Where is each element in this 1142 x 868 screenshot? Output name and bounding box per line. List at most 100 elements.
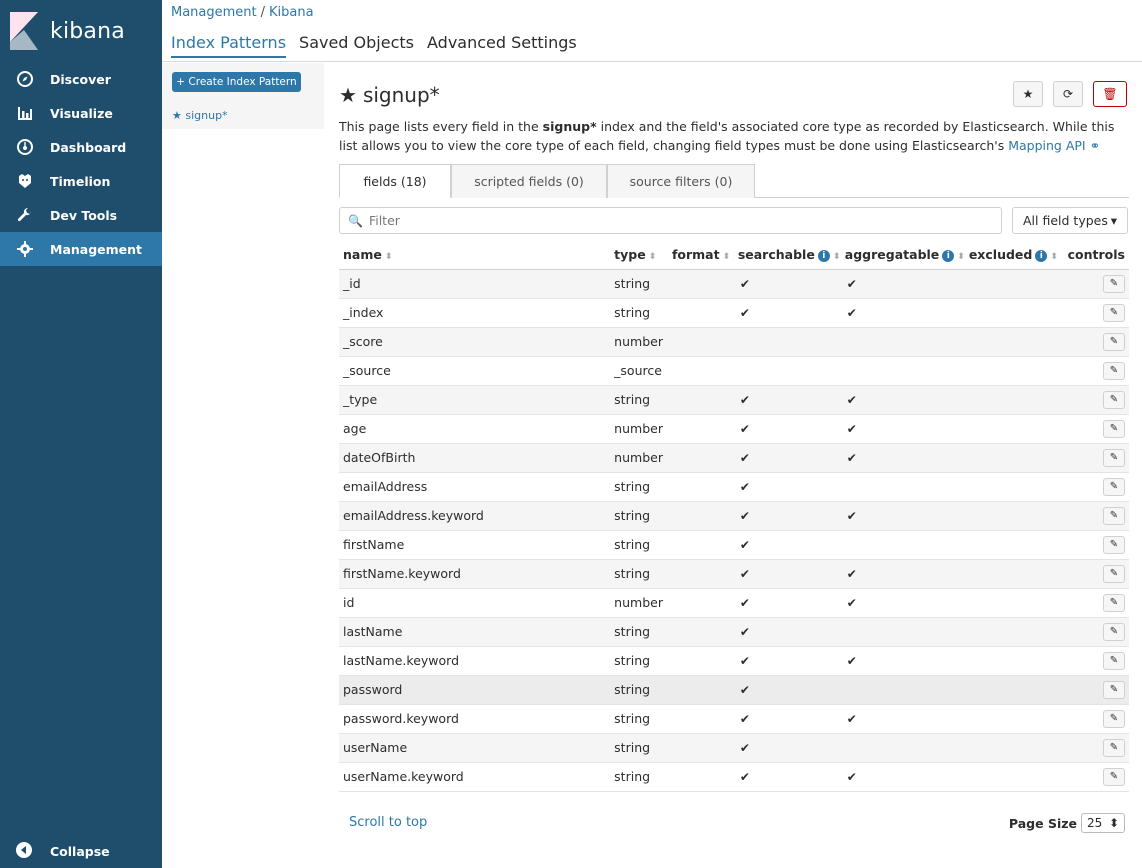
sidebar-item-label: Visualize	[50, 105, 113, 121]
sidebar-item-label: Dev Tools	[50, 207, 118, 223]
table-row: dateOfBirth number ✔ ✔ ✎	[339, 443, 1129, 473]
tab-index-patterns[interactable]: Index Patterns	[171, 33, 287, 58]
edit-field-button[interactable]: ✎	[1103, 652, 1125, 670]
sidebar-item-dev-tools[interactable]: Dev Tools	[0, 198, 162, 232]
page-title-text: signup*	[362, 83, 440, 107]
field-format	[667, 298, 734, 328]
edit-field-button[interactable]: ✎	[1103, 449, 1125, 467]
breadcrumb-management[interactable]: Management	[171, 5, 257, 20]
sidebar-item-timelion[interactable]: Timelion	[0, 164, 162, 198]
table-row: _type string ✔ ✔ ✎	[339, 385, 1129, 415]
col-searchable[interactable]: searchable i ⬍	[733, 241, 841, 270]
edit-field-button[interactable]: ✎	[1103, 275, 1125, 293]
index-pattern-link[interactable]: ★ signup*	[172, 109, 228, 122]
row-controls: ✎	[1063, 617, 1129, 647]
tab-saved-objects[interactable]: Saved Objects	[299, 33, 414, 58]
sidebar-item-management[interactable]: Management	[0, 232, 162, 266]
sidebar-item-dashboard[interactable]: Dashboard	[0, 130, 162, 164]
edit-field-button[interactable]: ✎	[1103, 681, 1125, 699]
searchable-check: ✔	[733, 501, 841, 531]
edit-field-button[interactable]: ✎	[1103, 710, 1125, 728]
edit-field-button[interactable]: ✎	[1103, 739, 1125, 757]
field-type: string	[610, 501, 668, 531]
field-name: firstName.keyword	[339, 559, 611, 589]
edit-field-button[interactable]: ✎	[1103, 478, 1125, 496]
sidebar-item-label: Timelion	[50, 173, 111, 189]
table-row: _id string ✔ ✔ ✎	[339, 269, 1129, 299]
edit-field-button[interactable]: ✎	[1103, 333, 1125, 351]
filter-input[interactable]: 🔍 Filter	[339, 207, 1002, 234]
aggregatable-check: ✔	[840, 443, 965, 473]
table-row: _source _source ✎	[339, 356, 1129, 386]
pencil-icon: ✎	[1109, 307, 1119, 318]
sidebar-item-visualize[interactable]: Visualize	[0, 96, 162, 130]
edit-field-button[interactable]: ✎	[1103, 362, 1125, 380]
col-format[interactable]: format ⬍	[667, 241, 734, 270]
col-type[interactable]: type ⬍	[610, 241, 668, 270]
field-format	[667, 327, 734, 357]
set-default-button[interactable]: ★	[1013, 81, 1043, 107]
edit-field-button[interactable]: ✎	[1103, 594, 1125, 612]
row-controls: ✎	[1063, 646, 1129, 676]
field-name: _source	[339, 356, 611, 386]
excluded-check	[964, 704, 1064, 734]
star-icon: ★	[1022, 87, 1034, 101]
edit-field-button[interactable]: ✎	[1103, 565, 1125, 583]
field-name: password.keyword	[339, 704, 611, 734]
edit-field-button[interactable]: ✎	[1103, 304, 1125, 322]
edit-field-button[interactable]: ✎	[1103, 768, 1125, 786]
brand[interactable]: kibana	[0, 0, 162, 62]
delete-index-pattern-button[interactable]: 🗑	[1093, 81, 1127, 107]
row-controls: ✎	[1063, 559, 1129, 589]
col-aggregatable[interactable]: aggregatable i ⬍	[840, 241, 965, 270]
searchable-check: ✔	[733, 472, 841, 502]
row-controls: ✎	[1063, 588, 1129, 618]
collapse-button[interactable]: Collapse	[0, 834, 162, 868]
edit-field-button[interactable]: ✎	[1103, 420, 1125, 438]
field-format	[667, 414, 734, 444]
kibana-logo-icon	[10, 12, 38, 50]
field-type: number	[610, 327, 668, 357]
col-controls: controls	[1063, 241, 1129, 270]
create-index-pattern-button[interactable]: + Create Index Pattern	[172, 72, 301, 92]
tab-scripted-fields[interactable]: scripted fields (0)	[451, 164, 607, 198]
field-name: age	[339, 414, 611, 444]
row-controls: ✎	[1063, 443, 1129, 473]
row-controls: ✎	[1063, 356, 1129, 386]
pencil-icon: ✎	[1109, 510, 1119, 521]
edit-field-button[interactable]: ✎	[1103, 536, 1125, 554]
field-format	[667, 501, 734, 531]
searchable-check: ✔	[733, 762, 841, 792]
sidebar-item-discover[interactable]: Discover	[0, 62, 162, 96]
fields-table: name ⬍ type ⬍ format ⬍ searchable i ⬍ aggrega…	[339, 241, 1129, 792]
edit-field-button[interactable]: ✎	[1103, 623, 1125, 641]
col-name[interactable]: name ⬍	[339, 241, 611, 270]
pencil-icon: ✎	[1109, 568, 1119, 579]
page-size-select[interactable]: 25 ⬍	[1081, 813, 1125, 833]
col-excluded[interactable]: excluded i ⬍	[964, 241, 1064, 270]
tab-source-filters[interactable]: source filters (0)	[607, 164, 755, 198]
field-name: id	[339, 588, 611, 618]
field-name: emailAddress	[339, 472, 611, 502]
row-controls: ✎	[1063, 704, 1129, 734]
field-format	[667, 530, 734, 560]
row-controls: ✎	[1063, 675, 1129, 705]
pencil-icon: ✎	[1109, 394, 1119, 405]
tab-advanced-settings[interactable]: Advanced Settings	[427, 33, 577, 58]
field-name: _id	[339, 269, 611, 299]
table-row: lastName.keyword string ✔ ✔ ✎	[339, 646, 1129, 676]
title-actions: ★ ⟳ 🗑	[1013, 81, 1127, 107]
scroll-to-top-link[interactable]: Scroll to top	[349, 815, 427, 830]
tab-fields[interactable]: fields (18)	[339, 164, 451, 198]
field-name: lastName	[339, 617, 611, 647]
pencil-icon: ✎	[1109, 597, 1119, 608]
edit-field-button[interactable]: ✎	[1103, 391, 1125, 409]
field-name: _index	[339, 298, 611, 328]
breadcrumb-kibana[interactable]: Kibana	[269, 5, 314, 20]
refresh-fields-button[interactable]: ⟳	[1053, 81, 1083, 107]
field-type-select[interactable]: All field types ▾	[1012, 207, 1128, 234]
field-type: string	[610, 385, 668, 415]
mapping-api-link[interactable]: Mapping API	[1008, 138, 1085, 153]
row-controls: ✎	[1063, 762, 1129, 792]
edit-field-button[interactable]: ✎	[1103, 507, 1125, 525]
